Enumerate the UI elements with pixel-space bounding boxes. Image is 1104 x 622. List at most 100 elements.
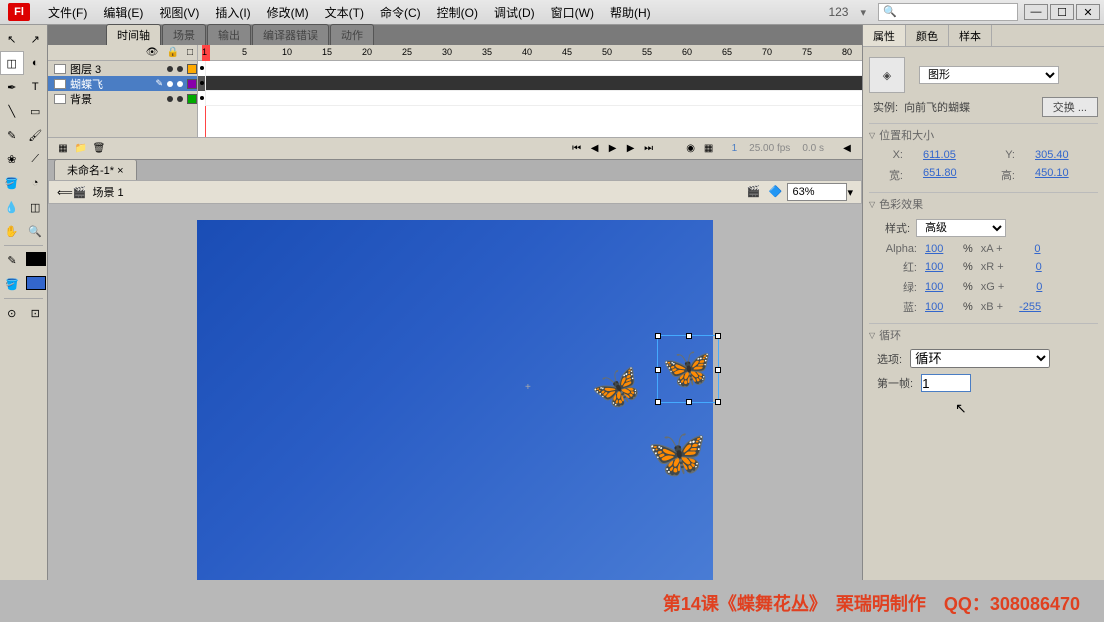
search-input[interactable]: 🔍 (878, 3, 1018, 21)
y-value[interactable]: 305.40 (1035, 149, 1085, 161)
menu-help[interactable]: 帮助(H) (602, 4, 659, 21)
eyedropper-tool[interactable]: 💧 (0, 195, 24, 219)
butterfly-blue[interactable]: 🦋 (647, 425, 707, 482)
free-transform-tool[interactable]: ◫ (0, 51, 24, 75)
layer-row[interactable]: 图层 3 (48, 61, 197, 76)
tab-output[interactable]: 输出 (207, 24, 251, 45)
scroll-left-button[interactable]: ◀ (840, 142, 854, 156)
delete-layer-button[interactable]: 🗑 (92, 142, 106, 156)
menu-file[interactable]: 文件(F) (40, 4, 95, 21)
instance-type-dropdown[interactable]: 图形 (919, 66, 1059, 84)
fill-color[interactable]: 🪣 (0, 272, 24, 296)
blue-percent[interactable]: 100 (925, 301, 955, 313)
width-value[interactable]: 651.80 (923, 167, 973, 183)
menu-debug[interactable]: 调试(D) (486, 4, 543, 21)
stroke-color[interactable]: ✎ (0, 248, 24, 272)
new-layer-button[interactable]: ▦ (56, 142, 70, 156)
tab-color[interactable]: 颜色 (906, 25, 949, 46)
hand-tool[interactable]: ✋ (0, 219, 24, 243)
alpha-offset[interactable]: 0 (1011, 243, 1041, 255)
menu-control[interactable]: 控制(O) (429, 4, 486, 21)
outline-icon[interactable]: □ (187, 47, 193, 58)
new-folder-button[interactable]: 📁 (74, 142, 88, 156)
menu-window[interactable]: 窗口(W) (543, 4, 602, 21)
tab-timeline[interactable]: 时间轴 (106, 24, 161, 45)
brush-tool[interactable]: 🖌 (24, 123, 48, 147)
prev-frame-button[interactable]: ◀ (588, 142, 602, 156)
next-frame-button[interactable]: ▶ (624, 142, 638, 156)
section-position[interactable]: ▽位置和大小 (869, 123, 1098, 146)
line-tool[interactable]: ╲ (0, 99, 24, 123)
menu-modify[interactable]: 修改(M) (259, 4, 317, 21)
deco-tool[interactable]: ❀ (0, 147, 24, 171)
menu-text[interactable]: 文本(T) (317, 4, 372, 21)
tab-swatches[interactable]: 样本 (949, 25, 992, 46)
style-dropdown[interactable]: 高级 (916, 219, 1006, 237)
alpha-percent[interactable]: 100 (925, 243, 955, 255)
section-color-effect[interactable]: ▽色彩效果 (869, 192, 1098, 215)
subselection-tool[interactable]: ↗ (24, 27, 48, 51)
red-offset[interactable]: 0 (1012, 261, 1042, 273)
play-button[interactable]: ▶ (606, 142, 620, 156)
bone-tool[interactable]: ⟋ (24, 147, 48, 171)
selection-tool[interactable]: ↖ (0, 27, 24, 51)
first-frame-input[interactable] (921, 374, 971, 392)
zoom-input[interactable] (787, 183, 847, 201)
onion-skin-button[interactable]: ◉ (684, 142, 698, 156)
menu-edit[interactable]: 编辑(E) (95, 4, 151, 21)
zoom-tool[interactable]: 🔍 (24, 219, 48, 243)
back-arrow-icon[interactable]: ⟸ (57, 186, 73, 199)
layer-row[interactable]: 蝴蝶飞 ✎ (48, 76, 197, 91)
tab-actions[interactable]: 动作 (330, 24, 374, 45)
lock-icon[interactable]: 🔒 (167, 47, 179, 58)
close-tab-icon[interactable]: × (117, 165, 123, 177)
edit-scene-icon[interactable]: 🎬 (746, 185, 762, 199)
selection-bounds[interactable] (657, 335, 719, 403)
pen-tool[interactable]: ✒ (0, 75, 24, 99)
swap-button[interactable]: 交换 ... (1042, 97, 1098, 117)
ink-bottle-tool[interactable]: ◔ (24, 171, 48, 195)
height-value[interactable]: 450.10 (1035, 167, 1085, 183)
paint-bucket-tool[interactable]: 🪣 (0, 171, 24, 195)
eraser-tool[interactable]: ◫ (24, 195, 48, 219)
tab-scene[interactable]: 场景 (162, 24, 206, 45)
tab-properties[interactable]: 属性 (863, 25, 906, 46)
close-button[interactable]: ✕ (1076, 4, 1100, 20)
green-percent[interactable]: 100 (925, 281, 955, 293)
lasso-tool[interactable]: ◐ (24, 51, 47, 75)
fill-swatch[interactable] (26, 276, 46, 290)
last-frame-button[interactable]: ⏭ (642, 142, 656, 156)
zoom-dropdown-icon[interactable]: ▾ (847, 186, 853, 199)
frame-ruler[interactable]: 151015202530354045505560657075808590 (198, 45, 862, 61)
eye-icon[interactable]: 👁 (146, 47, 159, 58)
frames-area[interactable]: 151015202530354045505560657075808590 (198, 45, 862, 137)
stroke-swatch[interactable] (26, 252, 46, 266)
first-frame-button[interactable]: ⏮ (570, 142, 584, 156)
pencil-tool[interactable]: ✎ (0, 123, 24, 147)
snap-tool[interactable]: ⊙ (0, 301, 24, 325)
rectangle-tool[interactable]: ▭ (24, 99, 48, 123)
butterfly-magenta[interactable]: 🦋 (585, 358, 648, 419)
scene-name[interactable]: 场景 1 (92, 184, 123, 200)
layer-row[interactable]: 背景 (48, 91, 197, 106)
edit-symbol-icon[interactable]: 🔷 (768, 185, 784, 199)
loop-option-dropdown[interactable]: 循环 (910, 349, 1050, 368)
text-tool[interactable]: T (24, 75, 48, 99)
option-tool[interactable]: ⊡ (24, 301, 48, 325)
stage-area[interactable]: + 🦋 🦋 🦋 (48, 204, 862, 580)
document-tab[interactable]: 未命名-1* × (54, 159, 137, 180)
tab-compiler-errors[interactable]: 编译器错误 (252, 24, 329, 45)
maximize-button[interactable]: ☐ (1050, 4, 1074, 20)
blue-offset[interactable]: -255 (1011, 301, 1041, 313)
dropdown-arrow-icon[interactable]: ▾ (860, 6, 866, 19)
menu-insert[interactable]: 插入(I) (207, 4, 258, 21)
red-percent[interactable]: 100 (925, 261, 955, 273)
edit-multiple-button[interactable]: ▦ (702, 142, 716, 156)
section-loop[interactable]: ▽循环 (869, 323, 1098, 346)
x-value[interactable]: 611.05 (923, 149, 973, 161)
menu-commands[interactable]: 命令(C) (372, 4, 429, 21)
green-offset[interactable]: 0 (1012, 281, 1042, 293)
menu-view[interactable]: 视图(V) (151, 4, 207, 21)
minimize-button[interactable]: — (1024, 4, 1048, 20)
stage[interactable]: + 🦋 🦋 🦋 (197, 220, 713, 580)
